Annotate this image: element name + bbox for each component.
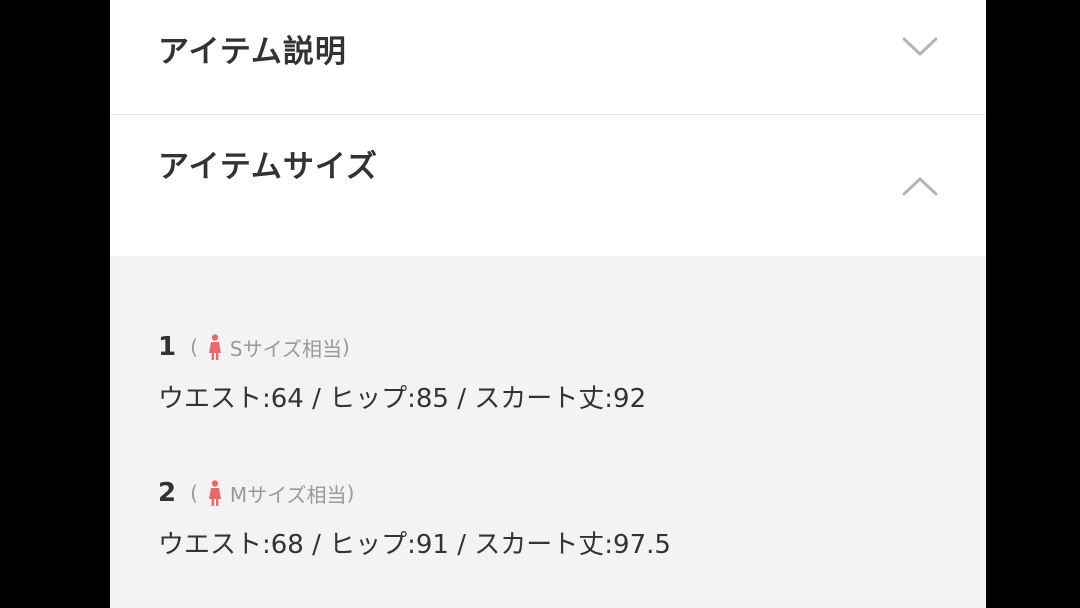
accordion-title-description: アイテム説明 — [158, 34, 347, 70]
chevron-up-icon[interactable] — [900, 167, 940, 207]
accordion-body-size: 1 ( Sサイズ相当 ) ウエスト:64 / ヒップ:85 / スカート丈:92… — [110, 256, 986, 608]
size-number: 2 — [158, 478, 177, 508]
screen-frame: アイテム説明 アイテムサイズ 1 (Sサイズ相当) ウエスト:64 / ヒッ… — [0, 0, 1080, 608]
size-equivalent-label: Sサイズ相当 — [229, 336, 343, 361]
size-measurements: ウエスト:64 / ヒップ:85 / スカート丈:92 — [158, 384, 647, 414]
item-detail-panel: アイテム説明 アイテムサイズ 1 (Sサイズ相当) ウエスト:64 / ヒッ… — [110, 0, 986, 608]
size-number: 1 — [158, 332, 177, 362]
size-entry-header: 2 ( Mサイズ相当 ) — [158, 476, 671, 510]
accordion-item-size[interactable]: アイテムサイズ — [110, 115, 986, 256]
size-equivalent-note: ( Mサイズ相当 ) — [190, 479, 354, 508]
chevron-down-icon[interactable] — [900, 26, 940, 66]
woman-icon — [208, 334, 221, 360]
size-equivalent-label: Mサイズ相当 — [229, 482, 347, 507]
accordion-item-description[interactable]: アイテム説明 — [110, 0, 986, 115]
close-paren: ) — [342, 335, 350, 359]
size-entry-2: 2 ( Mサイズ相当 ) ウエスト:68 / ヒップ:91 / スカート丈:97… — [158, 476, 671, 561]
close-paren: ) — [346, 481, 355, 505]
size-entry-header: 1 ( Sサイズ相当 ) — [158, 330, 646, 364]
open-paren: ( — [190, 335, 198, 359]
open-paren: ( — [190, 481, 198, 505]
size-measurements: ウエスト:68 / ヒップ:91 / スカート丈:97.5 — [158, 530, 671, 560]
accordion-title-size: アイテムサイズ — [158, 149, 378, 185]
woman-icon — [208, 480, 221, 506]
size-equivalent-note: ( Sサイズ相当 ) — [190, 333, 350, 362]
size-entry-1: 1 ( Sサイズ相当 ) ウエスト:64 / ヒップ:85 / スカート丈:92 — [158, 330, 646, 415]
